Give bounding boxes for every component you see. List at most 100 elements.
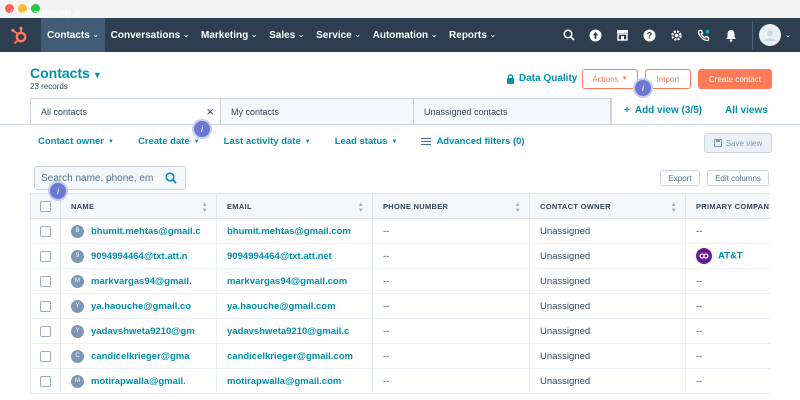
- add-view-button[interactable]: + Add view (3/5): [624, 105, 702, 116]
- column-label: PRIMARY COMPANY: [696, 201, 770, 211]
- marketplace-icon[interactable]: [609, 18, 636, 52]
- edit-columns-button[interactable]: Edit columns: [707, 170, 769, 186]
- table-row[interactable]: Ccandicelkrieger@gma candicelkrieger@gmai…: [30, 343, 770, 369]
- avatar[interactable]: [759, 24, 781, 46]
- table-row[interactable]: Mmarkvargas94@gmail. markvargas94@gmail.c…: [30, 268, 770, 294]
- nav-item-contacts[interactable]: Contacts ⌄: [41, 18, 105, 52]
- nav-item-automation[interactable]: Automation ⌄: [367, 18, 443, 52]
- owner-cell: Unassigned: [529, 243, 686, 269]
- email-link[interactable]: ya.haouche@gmail.com: [227, 301, 336, 312]
- row-checkbox[interactable]: [40, 300, 51, 312]
- filter-lead-status[interactable]: Lead status ▼: [335, 136, 398, 147]
- data-quality-link[interactable]: Data Quality: [506, 73, 577, 84]
- table-row[interactable]: 9 9094994464@txt.att.n 9094994464@txt.att.…: [30, 243, 770, 269]
- column-header-owner[interactable]: CONTACT OWNER ▲ ▼: [529, 193, 686, 219]
- contact-name-link[interactable]: candicelkrieger@gma: [91, 351, 190, 362]
- row-select-cell: [30, 218, 61, 244]
- nav-item-reports[interactable]: Reports ⌄: [443, 18, 502, 52]
- nav-item-sales[interactable]: Sales ⌄: [263, 18, 310, 52]
- row-checkbox[interactable]: [40, 275, 51, 287]
- filter-contact-owner[interactable]: Contact owner ▼: [38, 136, 114, 147]
- contact-name-link[interactable]: 9094994464@txt.att.n: [91, 251, 187, 262]
- tutorial-marker[interactable]: i: [48, 181, 68, 201]
- export-button[interactable]: Export: [660, 170, 700, 186]
- search-icon[interactable]: [165, 172, 177, 184]
- all-views-link[interactable]: All views: [725, 105, 768, 116]
- help-icon[interactable]: ?: [636, 18, 663, 52]
- advanced-filters-button[interactable]: Advanced filters (0): [421, 136, 525, 147]
- tab-my-contacts[interactable]: My contacts: [221, 99, 414, 124]
- column-header-company[interactable]: PRIMARY COMPANY: [685, 193, 770, 219]
- row-checkbox[interactable]: [40, 250, 51, 262]
- email-link[interactable]: candicelkrieger@gmail.com: [227, 351, 353, 362]
- page-title[interactable]: Contacts ▼: [30, 65, 102, 81]
- column-header-email[interactable]: EMAIL ▲ ▼: [216, 193, 373, 219]
- sort-icon[interactable]: ▲ ▼: [202, 202, 208, 214]
- caret-down-icon: ▼: [193, 138, 200, 145]
- filter-label: Last activity date: [223, 136, 301, 147]
- select-all-checkbox[interactable]: [40, 200, 51, 212]
- search-icon[interactable]: [555, 18, 582, 52]
- sort-icon[interactable]: ▲ ▼: [671, 202, 677, 214]
- chevron-down-icon[interactable]: ⌄: [785, 31, 791, 39]
- row-select-cell: [30, 368, 61, 394]
- filter-label: Lead status: [334, 136, 388, 147]
- tutorial-marker[interactable]: i: [192, 119, 212, 139]
- nav-item-marketing[interactable]: Marketing ⌄: [195, 18, 263, 52]
- company-cell: --: [685, 368, 770, 394]
- contact-name-link[interactable]: yadavshweta9210@gm: [91, 326, 195, 337]
- email-link[interactable]: yadavshweta9210@gmail.c: [227, 326, 349, 337]
- name-cell: Yyadavshweta9210@gm: [60, 318, 217, 344]
- caret-down-icon: ▼: [107, 138, 114, 145]
- table-row[interactable]: Yya.haouche@gmail.co ya.haouche@gmail.com…: [30, 293, 770, 319]
- advanced-filters-label: Advanced filters (0): [436, 136, 525, 147]
- contact-name-link[interactable]: markvargas94@gmail.: [91, 276, 192, 287]
- actions-button[interactable]: Actions ▼: [582, 69, 638, 89]
- name-cell: Bbhumit.mehtas@gmail.c: [60, 218, 217, 244]
- sliders-icon: [421, 137, 432, 146]
- tab-unassigned-contacts[interactable]: Unassigned contacts: [414, 99, 611, 124]
- column-header-name[interactable]: NAME ▲ ▼: [60, 193, 217, 219]
- column-header-phone[interactable]: PHONE NUMBER ▲ ▼: [372, 193, 530, 219]
- phone-cell: --: [372, 293, 530, 319]
- account-menu[interactable]: ⌄: [752, 21, 791, 49]
- nav-item-label: Service: [316, 29, 352, 41]
- create-contact-button[interactable]: Create contact: [698, 69, 772, 89]
- filter-last-activity-date[interactable]: Last activity date ▼: [224, 136, 311, 147]
- contact-name-link[interactable]: ya.haouche@gmail.co: [91, 301, 191, 312]
- phone-value: --: [383, 325, 390, 337]
- table-row[interactable]: Yyadavshweta9210@gm yadavshweta9210@gmail…: [30, 318, 770, 344]
- save-view-button[interactable]: Save view: [704, 133, 772, 153]
- upgrade-icon[interactable]: [582, 18, 609, 52]
- phone-value: --: [383, 350, 390, 362]
- email-link[interactable]: markvargas94@gmail.com: [227, 276, 347, 287]
- email-link[interactable]: motirapwalla@gmail.com: [227, 376, 341, 387]
- company-value: --: [696, 275, 703, 287]
- sort-icon[interactable]: ▲ ▼: [358, 202, 364, 214]
- notifications-icon[interactable]: [717, 18, 744, 52]
- table-row[interactable]: Mmotirapwalla@gmail. motirapwalla@gmail.c…: [30, 368, 770, 394]
- nav-item-conversations[interactable]: Conversations ⌄: [105, 18, 195, 52]
- calling-icon[interactable]: [690, 18, 717, 52]
- nav-item-service[interactable]: Service ⌄: [310, 18, 366, 52]
- email-link[interactable]: bhumit.mehtas@gmail.com: [227, 226, 351, 237]
- phone-value: --: [383, 250, 390, 262]
- contact-name-link[interactable]: bhumit.mehtas@gmail.c: [91, 226, 201, 237]
- contact-name-link[interactable]: motirapwalla@gmail.: [91, 376, 186, 387]
- phone-cell: --: [372, 268, 530, 294]
- tab-all-contacts[interactable]: All contacts ×: [31, 99, 221, 124]
- row-checkbox[interactable]: [40, 225, 51, 237]
- hubspot-logo-icon[interactable]: [10, 26, 30, 46]
- row-checkbox[interactable]: [40, 375, 51, 387]
- settings-icon[interactable]: [663, 18, 690, 52]
- row-checkbox[interactable]: [40, 350, 51, 362]
- filter-create-date[interactable]: Create date ▼: [138, 136, 200, 147]
- table-row[interactable]: Bbhumit.mehtas@gmail.c bhumit.mehtas@gmai…: [30, 218, 770, 244]
- close-icon[interactable]: ×: [206, 104, 214, 119]
- tutorial-marker[interactable]: i: [633, 78, 653, 98]
- contact-avatar: M: [71, 374, 84, 388]
- email-link[interactable]: 9094994464@txt.att.net: [227, 251, 332, 262]
- company-link[interactable]: AT&T: [718, 251, 743, 262]
- row-checkbox[interactable]: [40, 325, 51, 337]
- sort-icon[interactable]: ▲ ▼: [515, 202, 521, 214]
